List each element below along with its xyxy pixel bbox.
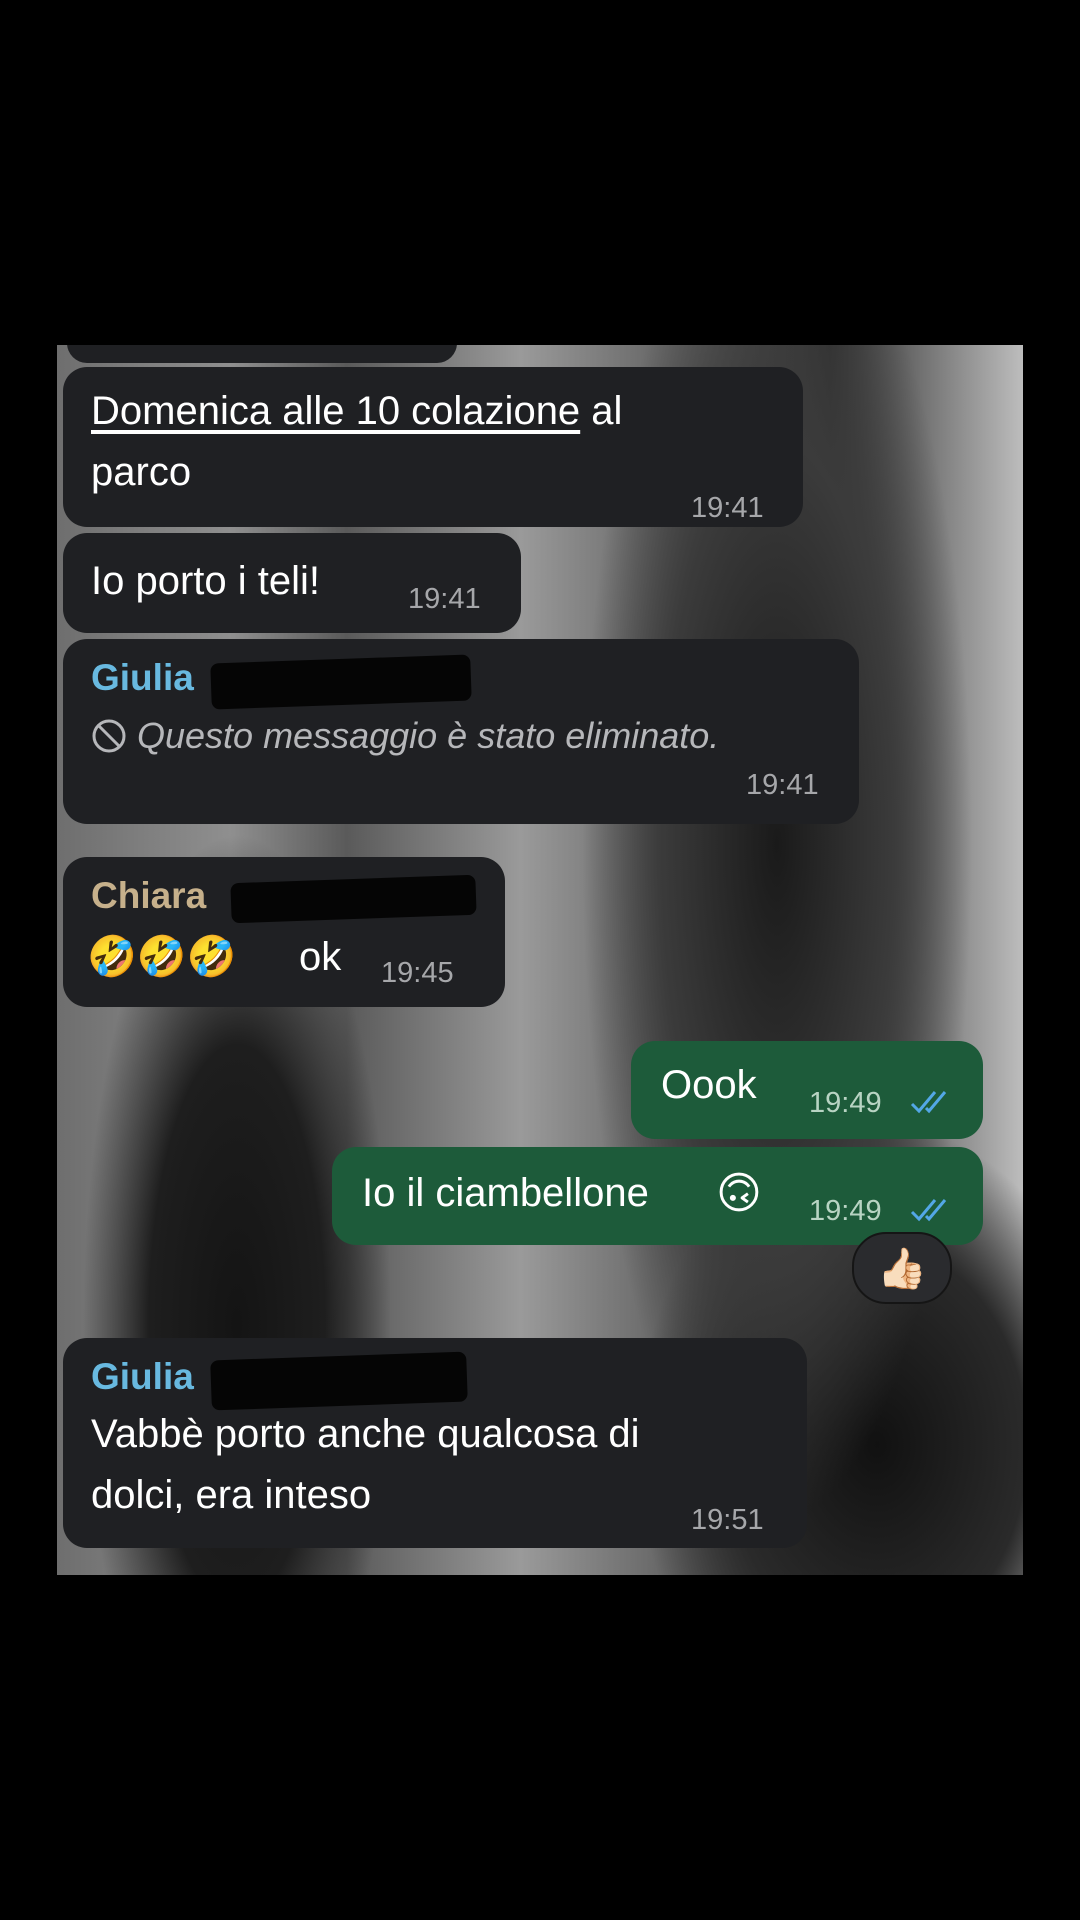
emoji-text: 🤣🤣🤣 — [87, 934, 237, 980]
message-bubble-outgoing[interactable]: Oook 19:49 — [631, 1041, 983, 1139]
previous-message-bubble-fragment — [67, 345, 457, 363]
sender-name[interactable]: Chiara — [91, 875, 206, 917]
message-time: 19:45 — [381, 957, 454, 989]
chat-screenshot: Domenica alle 10 colazione al parco 19:4… — [57, 345, 1023, 1575]
redaction-mark — [230, 874, 477, 924]
message-text: dolci, era inteso — [91, 1473, 372, 1517]
message-bubble[interactable]: Giulia Vabbè porto anche qualcosa di dol… — [63, 1338, 807, 1548]
emoji-text: 🙃 — [716, 1168, 762, 1219]
message-text: Io il ciambellone — [362, 1171, 649, 1215]
message-time: 19:41 — [746, 769, 819, 801]
double-check-icon — [910, 1199, 947, 1222]
message-text: Vabbè porto anche qualcosa di — [91, 1412, 640, 1456]
sender-name[interactable]: Giulia — [91, 1356, 194, 1398]
message-bubble-outgoing[interactable]: Io il ciambellone 🙃 19:49 — [332, 1147, 983, 1245]
message-bubble[interactable]: Io porto i teli! 19:41 — [63, 533, 521, 633]
block-icon — [92, 719, 126, 753]
message-text: Oook — [661, 1063, 757, 1107]
sender-name[interactable]: Giulia — [91, 657, 194, 699]
message-bubble[interactable]: Domenica alle 10 colazione al parco 19:4… — [63, 367, 803, 527]
thumbs-up-icon: 👍🏻 — [877, 1245, 927, 1292]
message-text: al — [580, 389, 623, 433]
deleted-message-text: Questo messaggio è stato eliminato. — [137, 715, 720, 756]
reaction-badge[interactable]: 👍🏻 — [852, 1232, 952, 1304]
message-bubble[interactable]: Giulia Questo messaggio è stato eliminat… — [63, 639, 859, 824]
redaction-mark — [210, 1351, 468, 1411]
message-text: Io porto i teli! — [91, 559, 321, 603]
message-bubble[interactable]: Chiara 🤣🤣🤣 ok 19:45 — [63, 857, 505, 1007]
message-time: 19:49 — [809, 1087, 882, 1119]
message-text: ok — [299, 935, 342, 979]
double-check-icon — [910, 1091, 947, 1114]
redaction-mark — [210, 654, 472, 710]
message-time: 19:49 — [809, 1195, 882, 1227]
link-text[interactable]: Domenica alle 10 colazione — [91, 389, 580, 433]
message-text: parco — [91, 450, 192, 494]
message-time: 19:51 — [691, 1504, 764, 1536]
message-time: 19:41 — [408, 583, 481, 615]
message-time: 19:41 — [691, 492, 764, 524]
